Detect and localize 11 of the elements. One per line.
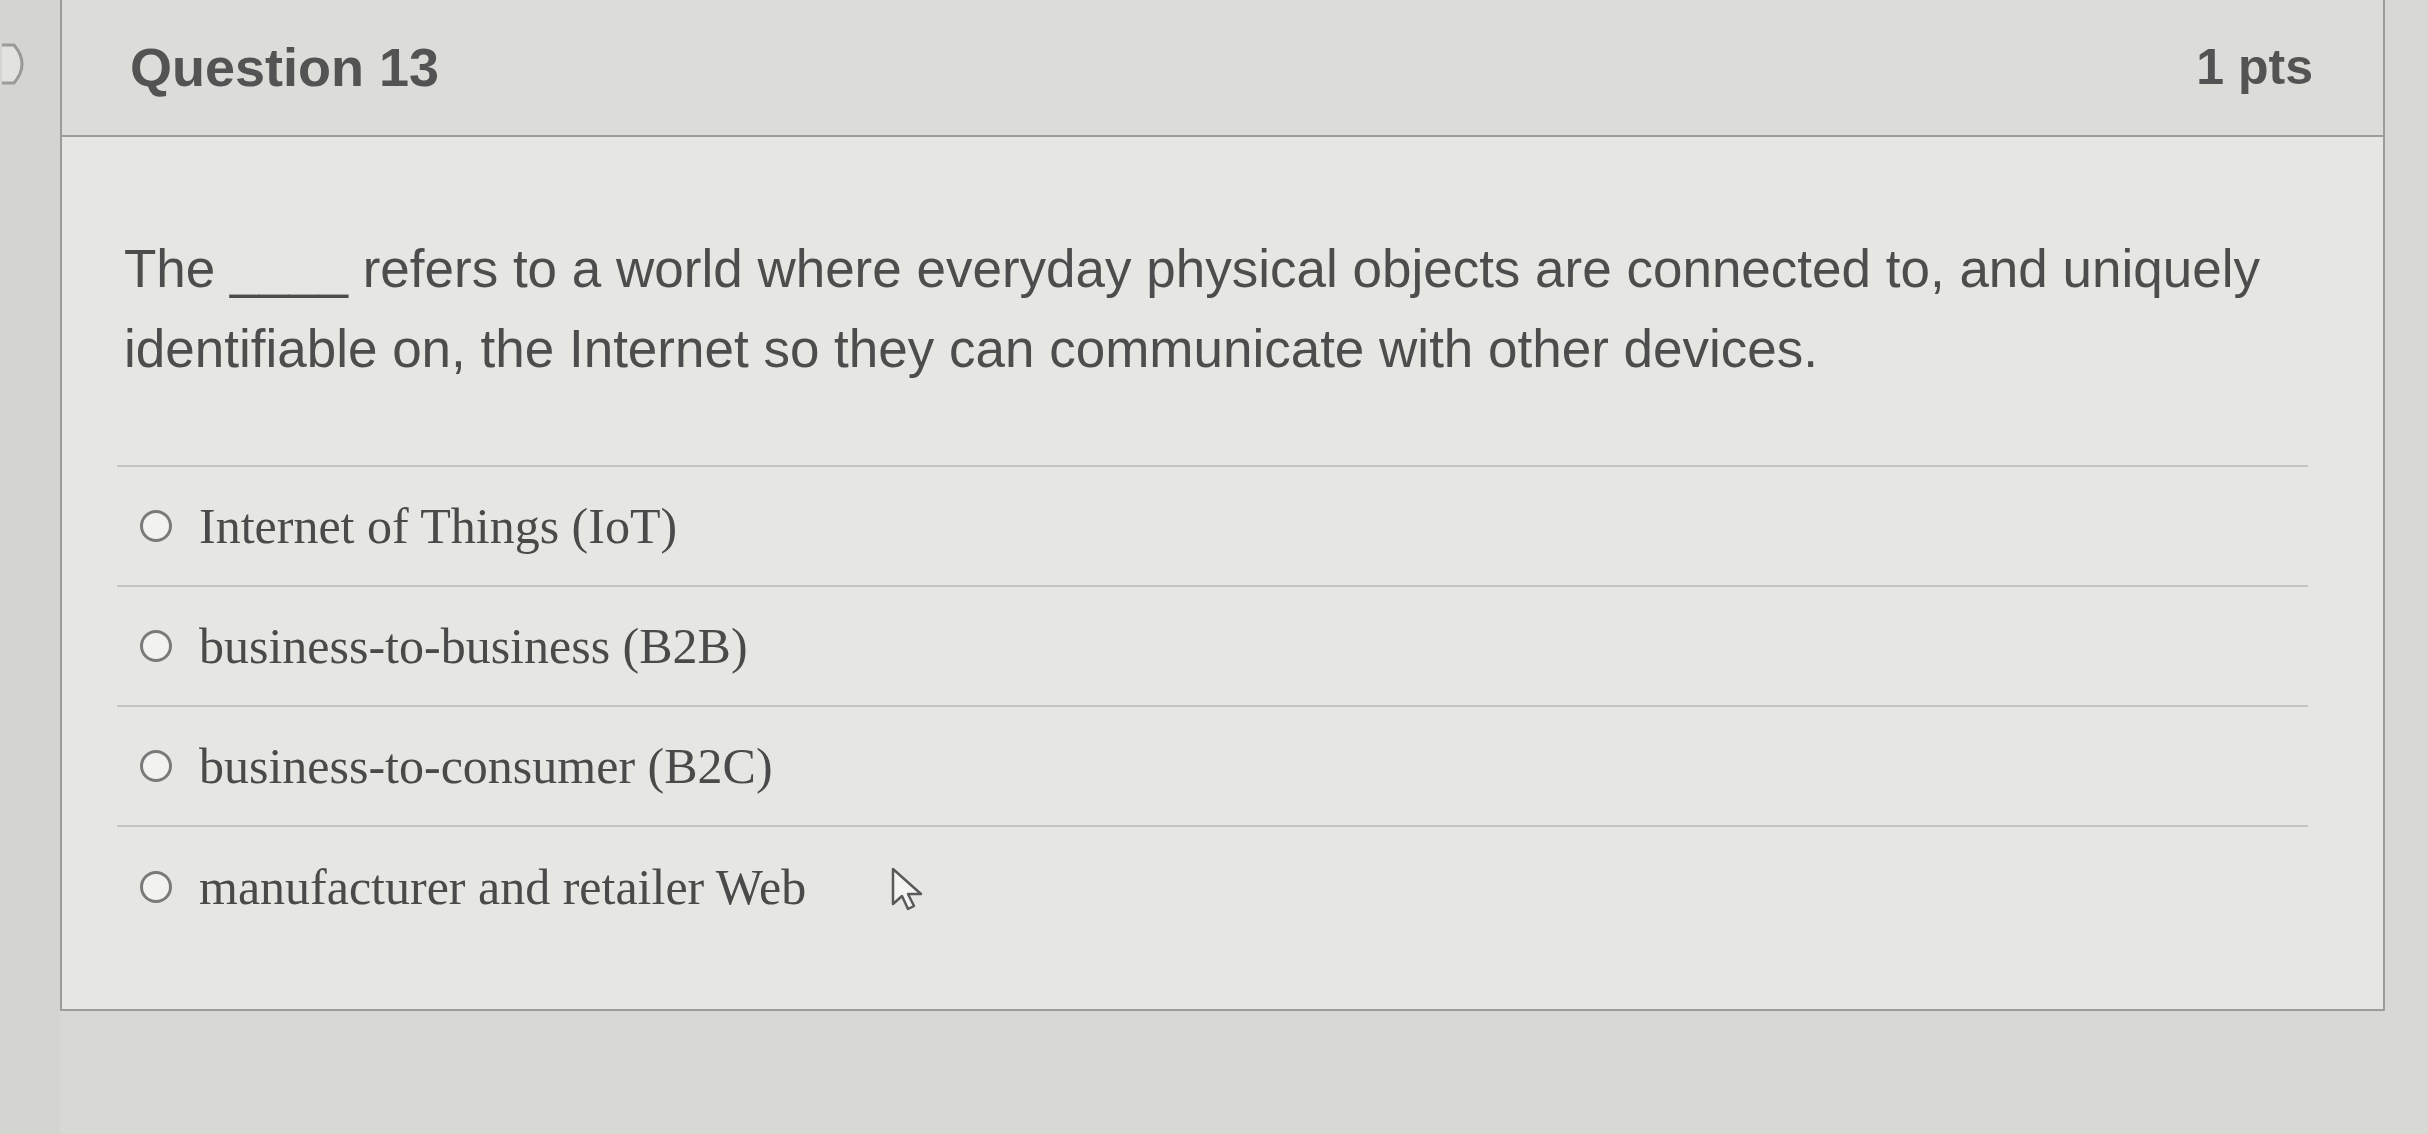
- question-title: Question 13: [130, 36, 440, 99]
- answer-label[interactable]: Internet of Things (IoT): [199, 488, 678, 564]
- radio-button[interactable]: [139, 629, 173, 663]
- radio-button[interactable]: [139, 749, 173, 783]
- answer-label[interactable]: business-to-consumer (B2C): [199, 728, 773, 804]
- radio-button[interactable]: [139, 509, 173, 543]
- answer-label[interactable]: manufacturer and retailer Web: [199, 849, 807, 925]
- question-text: The ____ refers to a world where everyday physical objects are connected to, and uniquely identifiable on, the Internet so they can communicate with other devices.: [123, 238, 2261, 380]
- points-label: 1 pts: [2196, 38, 2313, 97]
- radio-button[interactable]: [139, 870, 173, 904]
- answer-label[interactable]: business-to-business (B2B): [199, 608, 748, 684]
